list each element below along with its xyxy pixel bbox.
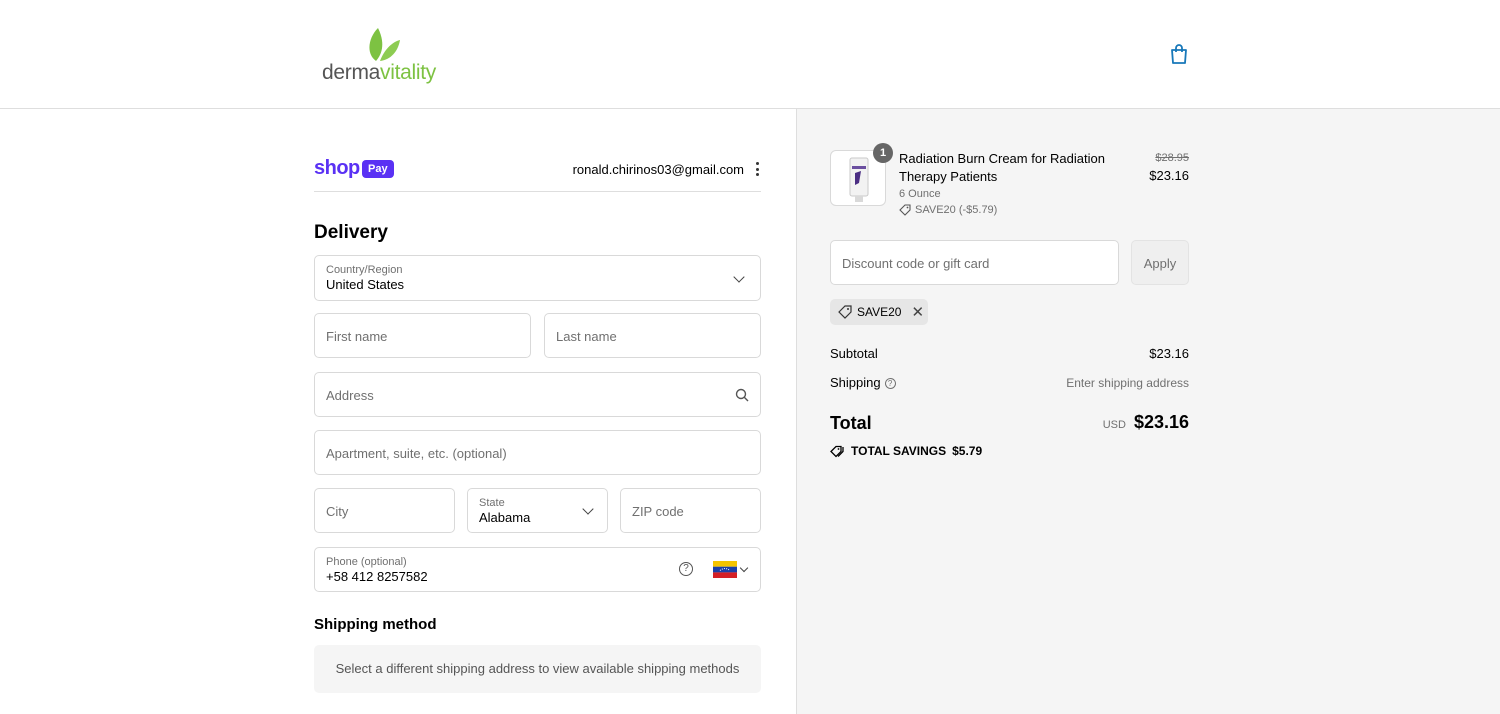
shipping-label-row: Shipping?: [830, 375, 896, 390]
shop-pay-logo: shop: [314, 157, 360, 179]
total-savings: TOTAL SAVINGS $5.79: [830, 444, 982, 458]
total-amount: USD $23.16: [1103, 412, 1189, 433]
first-name-input[interactable]: First name: [314, 313, 531, 358]
address-input[interactable]: Address: [314, 372, 761, 417]
city-placeholder: City: [326, 504, 349, 519]
quantity-badge: 1: [873, 143, 893, 163]
country-value: United States: [326, 277, 405, 292]
country-select[interactable]: Country/Region United States: [314, 255, 761, 301]
apply-button[interactable]: Apply: [1131, 240, 1189, 285]
total-value: $23.16: [1133, 412, 1189, 432]
state-value: Alabama: [479, 510, 531, 525]
discount-code-placeholder: Discount code or gift card: [842, 256, 990, 271]
country-label: Country/Region: [326, 264, 403, 276]
product-name: Radiation Burn Cream for Radiation Thera…: [899, 151, 1105, 184]
shop-pay-account-row: shop Pay ronald.chirinos03@gmail.com: [314, 150, 761, 192]
total-label: Total: [830, 413, 872, 433]
more-options-icon[interactable]: [755, 162, 759, 176]
shopping-bag-icon[interactable]: [1169, 43, 1189, 65]
shipping-value: Enter shipping address: [1066, 376, 1189, 390]
tag-icon: [899, 204, 911, 216]
product-original-price: $28.95: [1155, 152, 1189, 164]
tag-icon: [838, 305, 852, 319]
help-icon[interactable]: ?: [679, 562, 693, 576]
state-label: State: [479, 497, 505, 509]
total-savings-label: TOTAL SAVINGS: [851, 444, 947, 458]
applied-discount-chip: SAVE20 ✕: [830, 299, 928, 325]
apartment-input[interactable]: Apartment, suite, etc. (optional): [314, 430, 761, 475]
last-name-input[interactable]: Last name: [544, 313, 761, 358]
applied-discount-code: SAVE20: [857, 305, 902, 319]
chevron-down-icon: [582, 503, 594, 515]
address-placeholder: Address: [326, 388, 374, 403]
city-input[interactable]: City: [314, 488, 455, 533]
venezuela-flag-icon[interactable]: [713, 561, 737, 578]
search-icon: [735, 388, 749, 402]
shipping-help-icon[interactable]: ?: [884, 378, 896, 390]
shipping-method-message: Select a different shipping address to v…: [314, 645, 761, 693]
account-email: ronald.chirinos03@gmail.com: [572, 162, 744, 177]
total-currency: USD: [1102, 419, 1126, 431]
leaf-icon: [369, 28, 400, 61]
shipping-method-heading: Shipping method: [314, 616, 437, 633]
phone-value: +58 412 8257582: [326, 569, 428, 584]
product-discount-text: SAVE20 (-$5.79): [915, 204, 998, 216]
product-discount: SAVE20 (-$5.79): [899, 204, 997, 216]
logo-wordmark: dermavitality: [322, 61, 436, 84]
shipping-label: Shipping: [830, 375, 881, 390]
last-name-placeholder: Last name: [556, 329, 617, 344]
discount-code-input[interactable]: Discount code or gift card: [830, 240, 1119, 285]
product-variant: 6 Ounce: [899, 188, 941, 200]
first-name-placeholder: First name: [326, 329, 388, 344]
subtotal-value: $23.16: [1149, 346, 1189, 361]
header: dermavitality: [0, 0, 1500, 109]
zip-placeholder: ZIP code: [632, 504, 684, 519]
chevron-down-icon: [733, 271, 745, 283]
state-select[interactable]: State Alabama: [467, 488, 608, 533]
zip-input[interactable]: ZIP code: [620, 488, 761, 533]
remove-discount-icon[interactable]: ✕: [911, 303, 924, 321]
shop-pay-badge: Pay: [362, 160, 394, 178]
phone-input[interactable]: Phone (optional) +58 412 8257582 ?: [314, 547, 761, 592]
subtotal-label: Subtotal: [830, 346, 878, 361]
chevron-down-icon[interactable]: [739, 563, 749, 573]
dermavitality-logo[interactable]: dermavitality: [320, 28, 444, 84]
delivery-heading: Delivery: [314, 222, 388, 243]
savings-tag-icon: [830, 445, 844, 457]
total-savings-value: $5.79: [952, 444, 983, 458]
phone-label: Phone (optional): [326, 556, 407, 568]
product-price: $23.16: [1149, 168, 1189, 183]
apartment-placeholder: Apartment, suite, etc. (optional): [326, 446, 507, 461]
